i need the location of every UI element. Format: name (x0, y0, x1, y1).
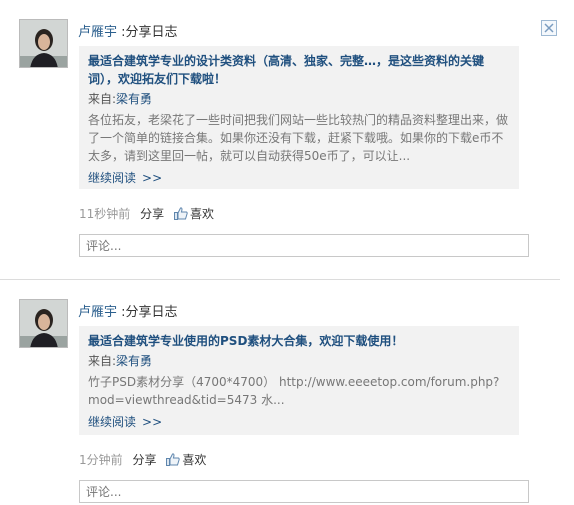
comment-input[interactable] (79, 234, 529, 257)
post-time: 11秒钟前 (79, 207, 131, 221)
close-button[interactable] (541, 20, 557, 36)
like-button[interactable]: 喜欢 (168, 207, 214, 221)
avatar[interactable] (19, 19, 68, 68)
post-divider (0, 279, 560, 280)
post-action-text: :分享日志 (121, 305, 178, 320)
source-user-link[interactable]: 梁有勇 (116, 354, 152, 368)
source-user-link[interactable]: 梁有勇 (116, 92, 152, 106)
post-header: 卢雁宇 :分享日志 (78, 301, 178, 320)
share-link[interactable]: 分享 (132, 453, 156, 467)
read-more-arrows: >> (142, 415, 163, 429)
like-button[interactable]: 喜欢 (160, 453, 206, 467)
source-prefix: 来自: (88, 92, 117, 106)
user-name-link[interactable]: 卢雁宇 (78, 25, 117, 40)
post-actions: 11秒钟前 分享 喜欢 (79, 205, 214, 222)
read-more-label: 继续阅读 (88, 171, 137, 185)
read-more-link[interactable]: 继续阅读 >> (88, 413, 510, 431)
thumbs-up-icon (173, 207, 188, 220)
thumbs-up-icon (166, 453, 180, 466)
post-actions: 1分钟前 分享 喜欢 (79, 451, 206, 468)
shared-blog-card: 最适合建筑学专业使用的PSD素材大合集，欢迎下载使用！ 来自:梁有勇 竹子PSD… (79, 326, 519, 435)
blog-source: 来自:梁有勇 (88, 352, 510, 370)
blog-excerpt: 各位拓友，老梁花了一些时间把我们网站一些比较热门的精品资料整理出来，做了一个简单… (88, 113, 509, 163)
like-label: 喜欢 (189, 207, 214, 221)
post-time: 1分钟前 (79, 453, 123, 467)
close-x-icon (544, 23, 554, 33)
blog-title-link[interactable]: 最适合建筑学专业的设计类资料（高清、独家、完整…，是这些资料的关键词），欢迎拓友… (88, 52, 510, 88)
blog-excerpt: 竹子PSD素材分享（4700*4700） http://www.eeeetop.… (88, 375, 500, 407)
read-more-label: 继续阅读 (88, 415, 137, 429)
shared-blog-card: 最适合建筑学专业的设计类资料（高清、独家、完整…，是这些资料的关键词），欢迎拓友… (79, 46, 519, 189)
post-header: 卢雁宇 :分享日志 (78, 21, 178, 40)
user-name-link[interactable]: 卢雁宇 (78, 305, 117, 320)
like-label: 喜欢 (182, 453, 207, 467)
avatar[interactable] (19, 299, 68, 348)
read-more-arrows: >> (142, 171, 163, 185)
read-more-link[interactable]: 继续阅读 >> (88, 169, 510, 187)
blog-title-link[interactable]: 最适合建筑学专业使用的PSD素材大合集，欢迎下载使用！ (88, 332, 510, 350)
share-link[interactable]: 分享 (140, 207, 164, 221)
blog-source: 来自:梁有勇 (88, 90, 510, 108)
source-prefix: 来自: (88, 354, 117, 368)
comment-input[interactable] (79, 480, 529, 503)
post-action-text: :分享日志 (121, 25, 178, 40)
